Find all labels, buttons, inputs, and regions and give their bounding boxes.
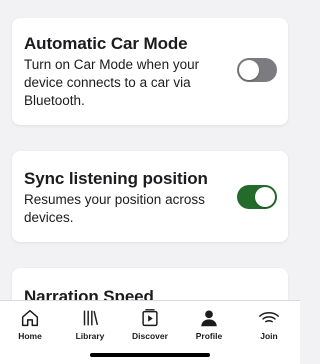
tab-profile-label: Profile — [195, 331, 223, 341]
toggle-knob — [239, 60, 259, 80]
sync-position-title: Sync listening position — [24, 169, 208, 188]
tab-home[interactable]: Home — [0, 305, 60, 345]
sync-position-toggle[interactable] — [237, 185, 277, 209]
home-indicator — [90, 353, 210, 357]
tab-discover[interactable]: Discover — [120, 305, 180, 345]
join-icon — [259, 311, 279, 323]
tab-join-label: Join — [260, 331, 278, 341]
tab-library[interactable]: Library — [60, 305, 120, 345]
profile-icon — [201, 310, 217, 327]
car-mode-title: Automatic Car Mode — [24, 34, 188, 53]
car-mode-description: Turn on Car Mode when your device connec… — [24, 57, 200, 108]
tab-home-label: Home — [18, 331, 42, 341]
sync-position-card: Sync listening position Resumes your pos… — [12, 151, 288, 242]
discover-icon — [142, 309, 158, 327]
car-mode-toggle[interactable] — [237, 58, 277, 82]
tab-join[interactable]: Join — [239, 305, 299, 345]
tab-discover-label: Discover — [132, 331, 168, 341]
car-mode-card: Automatic Car Mode Turn on Car Mode when… — [12, 18, 288, 125]
toggle-knob — [255, 187, 275, 207]
tab-profile[interactable]: Profile — [179, 305, 239, 345]
sync-position-description: Resumes your position across devices. — [24, 192, 205, 225]
home-icon — [21, 309, 39, 327]
library-icon — [83, 310, 99, 326]
tab-library-label: Library — [75, 331, 105, 341]
